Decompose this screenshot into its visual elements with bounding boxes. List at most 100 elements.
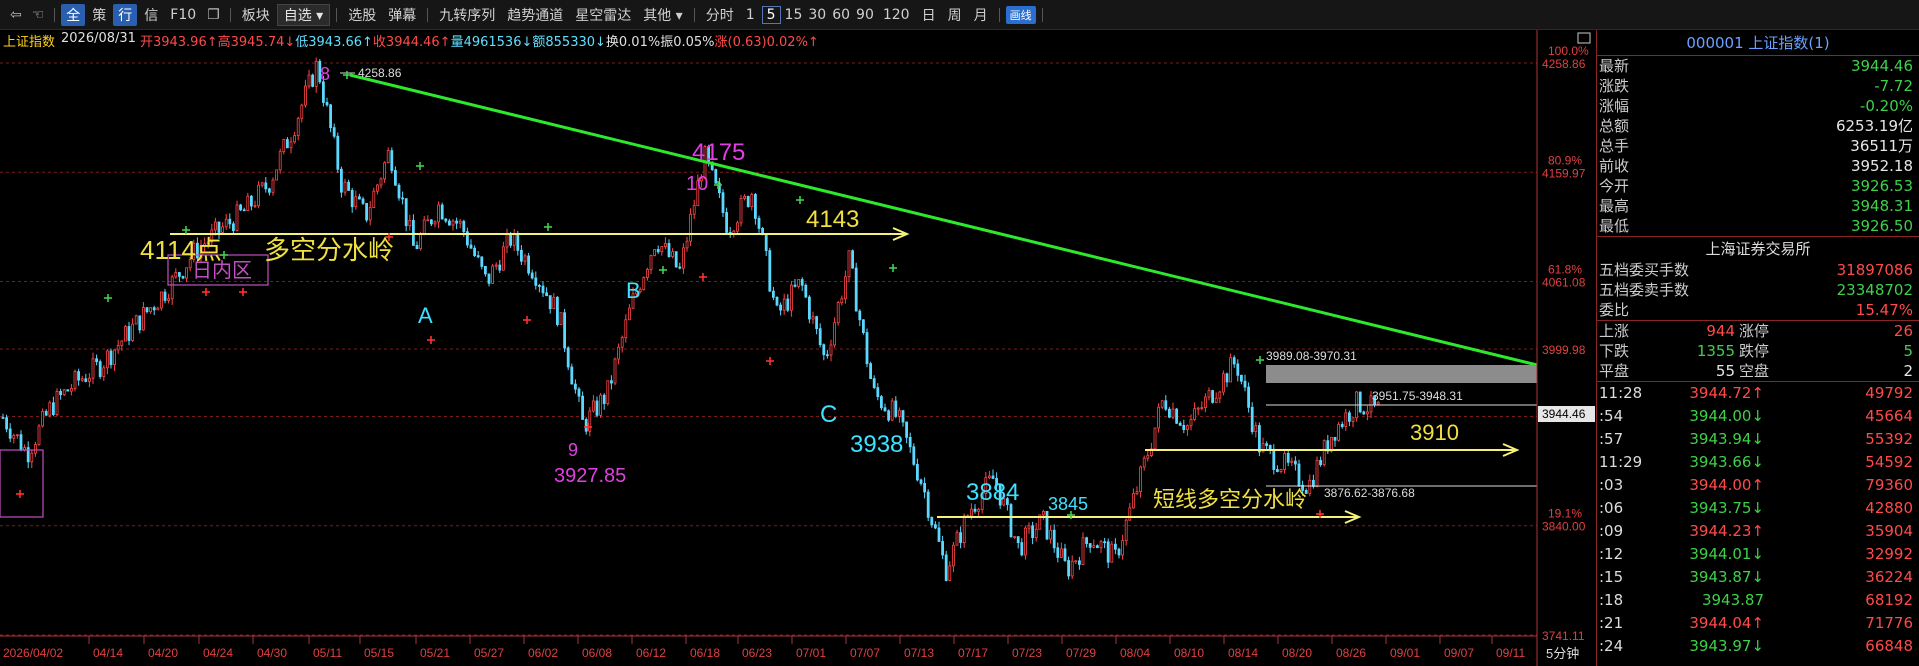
tick-row[interactable]: :06 3943.75↓ 42880	[1597, 497, 1919, 520]
tick-row[interactable]: :57 3943.94↓ 55392	[1597, 428, 1919, 451]
candle-body	[725, 212, 728, 233]
breadth-row: 上涨 944 涨停 26	[1597, 321, 1919, 341]
tick-row[interactable]: :03 3944.00↑ 79360	[1597, 474, 1919, 497]
tick-row[interactable]: :09 3944.23↑ 35904	[1597, 520, 1919, 543]
order-value: 23348702	[1836, 281, 1913, 299]
candle-body	[754, 194, 757, 219]
order-label: 五档委买手数	[1599, 261, 1690, 279]
candle-body	[339, 168, 343, 193]
candle-body	[59, 391, 62, 396]
candle-body	[113, 349, 116, 366]
period-week[interactable]: 周	[943, 4, 967, 26]
candle-body	[1020, 542, 1024, 556]
candle-body	[404, 198, 408, 227]
tick-row[interactable]: :12 3944.01↓ 32992	[1597, 543, 1919, 566]
tick-row[interactable]: :54 3944.00↓ 45664	[1597, 405, 1919, 428]
downtrend-line[interactable]	[349, 73, 1538, 367]
candle-body	[901, 410, 905, 423]
candle-body	[692, 205, 696, 215]
period-month[interactable]: 月	[969, 4, 993, 26]
security-title[interactable]: 000001 上证指数(1)	[1597, 30, 1919, 56]
period-timeshare[interactable]: 分时	[701, 4, 739, 26]
toolbar-sector[interactable]: 板块	[237, 4, 275, 26]
period-60[interactable]: 60	[830, 6, 852, 24]
tick-list[interactable]: 11:28 3944.72↑ 49792:54 3944.00↓ 45664:57 394…	[1597, 381, 1919, 658]
candle-body	[656, 249, 660, 253]
toolbar-info[interactable]: 信	[139, 4, 163, 26]
candle-body	[224, 218, 228, 228]
tick-row[interactable]: 11:28 3944.72↑ 49792	[1597, 382, 1919, 405]
candle-body	[1171, 408, 1175, 418]
toolbar-strategy[interactable]: 策	[87, 4, 111, 26]
high-signal-marker	[796, 196, 804, 204]
quote-row: 总手 36511万	[1597, 136, 1919, 156]
x-tick-label: 04/30	[257, 646, 287, 660]
candle-body	[361, 198, 365, 204]
x-tick-label: 07/01	[796, 646, 826, 660]
high-signal-marker	[544, 223, 552, 231]
hand-icon[interactable]: ☜	[28, 7, 49, 23]
divider	[998, 7, 1000, 22]
tick-row[interactable]: :21 3944.04↑ 71776	[1597, 612, 1919, 635]
period-5[interactable]: 5	[761, 5, 781, 24]
period-day[interactable]: 日	[917, 4, 941, 26]
tick-row[interactable]: :15 3943.87↓ 36224	[1597, 566, 1919, 589]
tick-row[interactable]: :18 3943.87 68192	[1597, 589, 1919, 612]
candle-body	[1240, 374, 1243, 382]
exchange-name: 上海证券交易所	[1597, 236, 1919, 260]
candle-body	[1164, 400, 1168, 410]
watchlist-dropdown[interactable]: 自选 ▾	[276, 3, 331, 26]
price-axis: 4258.86100.0% 4159.9780.9% 4061.0861.8% 399…	[1536, 30, 1589, 666]
tick-row[interactable]: :24 3943.97↓ 66848	[1597, 635, 1919, 658]
maximize-icon[interactable]	[1577, 32, 1591, 44]
candle-body	[271, 179, 275, 193]
tick-volume: 35904	[1865, 522, 1913, 540]
left-box[interactable]	[0, 449, 44, 518]
candle-body	[1243, 380, 1247, 388]
toolbar-all[interactable]: 全	[61, 3, 86, 26]
divider	[229, 7, 231, 22]
toolbar-nine-turn[interactable]: 九转序列	[434, 4, 500, 26]
candle-body	[1308, 479, 1312, 494]
period-90[interactable]: 90	[854, 6, 876, 24]
window-icon[interactable]: ❐	[203, 7, 224, 23]
y-tick-label: 3840.00	[1542, 520, 1586, 534]
candle-body	[390, 150, 394, 171]
x-tick-label: 08/10	[1174, 646, 1204, 660]
candle-body	[574, 383, 577, 390]
order-label: 委比	[1599, 301, 1630, 319]
x-tick-label: 06/02	[528, 646, 558, 660]
toolbar-stock-picker[interactable]: 选股	[343, 4, 381, 26]
candle-body	[599, 394, 602, 416]
toolbar-trend-channel[interactable]: 趋势通道	[502, 4, 568, 26]
candle-body	[602, 394, 606, 405]
tick-row[interactable]: 11:29 3943.66↓ 54592	[1597, 451, 1919, 474]
candle-body	[1009, 504, 1013, 538]
toolbar-quote[interactable]: 行	[113, 3, 138, 26]
resistance-zone[interactable]	[1266, 365, 1537, 383]
period-15[interactable]: 15	[783, 6, 805, 24]
candle-body	[12, 435, 16, 439]
draw-line-button[interactable]: 画线	[1005, 5, 1036, 24]
candle-body	[185, 267, 189, 279]
period-1[interactable]: 1	[741, 6, 760, 24]
breadth-value: 1355	[1696, 342, 1735, 360]
candle-body	[1024, 527, 1027, 556]
candle-body	[916, 463, 919, 481]
candle-body	[1106, 541, 1110, 563]
kline-chart[interactable]: 4258.86 8 9 3927.85 10 4175 4143 4114点 多…	[0, 30, 1595, 666]
toolbar-other[interactable]: 其他 ▾	[638, 4, 687, 26]
toolbar-f10[interactable]: F10	[165, 6, 201, 24]
candle-body	[483, 265, 487, 275]
quote-row: 总额 6253.19亿	[1597, 116, 1919, 136]
high-signal-marker	[889, 264, 897, 272]
other-label: 其他	[643, 7, 672, 24]
back-icon[interactable]: ⇦	[6, 7, 26, 23]
breadth-value: 2	[1903, 362, 1913, 380]
period-30[interactable]: 30	[806, 6, 828, 24]
candle-body	[221, 226, 225, 233]
period-120[interactable]: 120	[878, 6, 915, 24]
candle-body	[329, 104, 333, 129]
toolbar-danmaku[interactable]: 弹幕	[383, 4, 421, 26]
toolbar-star-radar[interactable]: 星空雷达	[570, 4, 636, 26]
